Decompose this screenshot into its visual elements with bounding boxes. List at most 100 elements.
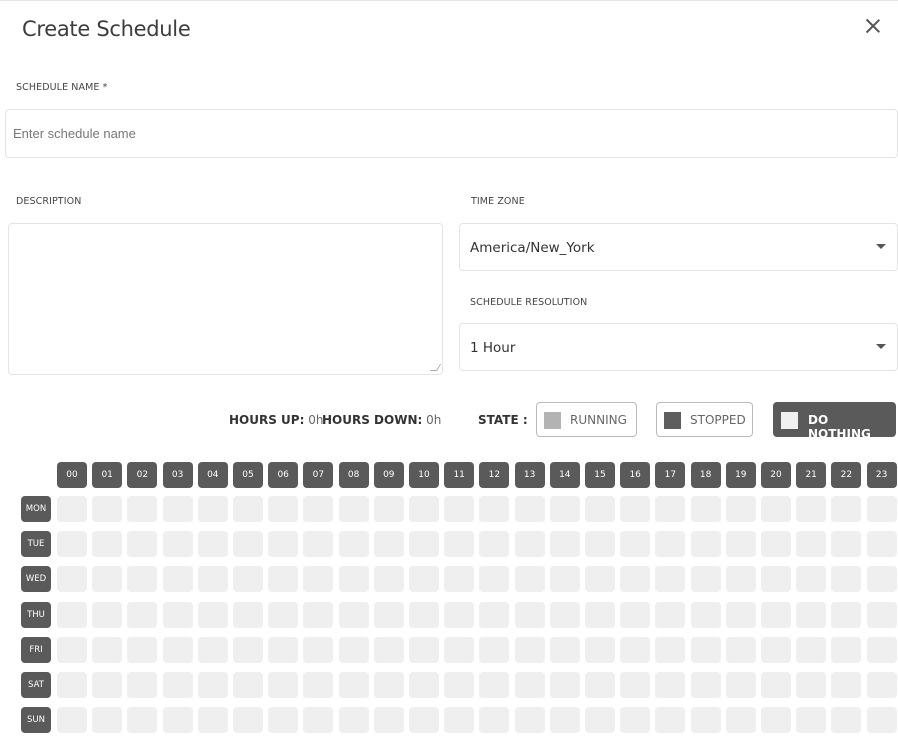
schedule-cell-sat-00[interactable] [57, 672, 87, 698]
schedule-cell-wed-16[interactable] [620, 566, 651, 593]
schedule-cell-fri-14[interactable] [549, 636, 580, 663]
schedule-cell-sat-22[interactable] [831, 672, 862, 698]
schedule-cell-sun-08[interactable] [338, 707, 369, 734]
schedule-cell-fri-21[interactable] [796, 636, 827, 663]
schedule-cell-wed-23[interactable] [866, 566, 897, 593]
schedule-cell-fri-17[interactable] [655, 636, 686, 663]
schedule-cell-wed-09[interactable] [373, 566, 404, 593]
schedule-cell-sun-18[interactable] [690, 707, 721, 734]
schedule-cell-wed-13[interactable] [514, 566, 545, 593]
schedule-cell-sun-03[interactable] [162, 707, 193, 734]
schedule-cell-sun-19[interactable] [725, 707, 756, 734]
hour-header-03[interactable]: 03 [162, 462, 193, 488]
schedule-cell-fri-07[interactable] [303, 636, 334, 663]
schedule-cell-fri-11[interactable] [444, 636, 475, 663]
schedule-cell-mon-13[interactable] [514, 496, 545, 522]
schedule-cell-mon-06[interactable] [268, 496, 299, 522]
schedule-cell-mon-22[interactable] [831, 496, 862, 522]
schedule-cell-fri-06[interactable] [268, 636, 299, 663]
schedule-cell-thu-22[interactable] [831, 601, 862, 628]
schedule-cell-tue-13[interactable] [514, 531, 545, 558]
schedule-cell-thu-12[interactable] [479, 601, 510, 628]
schedule-cell-tue-22[interactable] [831, 531, 862, 558]
schedule-cell-tue-08[interactable] [338, 531, 369, 558]
schedule-cell-tue-14[interactable] [549, 531, 580, 558]
schedule-cell-mon-04[interactable] [197, 496, 228, 522]
schedule-cell-mon-18[interactable] [690, 496, 721, 522]
hour-header-19[interactable]: 19 [725, 462, 756, 488]
schedule-cell-thu-21[interactable] [796, 601, 827, 628]
schedule-name-input[interactable] [6, 110, 897, 157]
schedule-cell-mon-15[interactable] [585, 496, 615, 522]
schedule-cell-sun-15[interactable] [585, 707, 615, 734]
schedule-cell-thu-13[interactable] [514, 601, 545, 628]
schedule-cell-sat-20[interactable] [761, 672, 791, 698]
schedule-cell-sun-13[interactable] [514, 707, 545, 734]
schedule-cell-sat-12[interactable] [479, 672, 510, 698]
schedule-cell-tue-12[interactable] [479, 531, 510, 558]
hour-header-09[interactable]: 09 [373, 462, 404, 488]
hour-header-18[interactable]: 18 [690, 462, 721, 488]
schedule-cell-mon-02[interactable] [127, 496, 158, 522]
hour-header-02[interactable]: 02 [127, 462, 158, 488]
schedule-cell-wed-19[interactable] [725, 566, 756, 593]
schedule-cell-mon-17[interactable] [655, 496, 686, 522]
schedule-name-field[interactable] [5, 109, 898, 158]
schedule-cell-fri-16[interactable] [620, 636, 651, 663]
schedule-cell-fri-00[interactable] [57, 636, 87, 663]
schedule-cell-wed-04[interactable] [197, 566, 228, 593]
schedule-cell-fri-18[interactable] [690, 636, 721, 663]
schedule-cell-mon-05[interactable] [233, 496, 263, 522]
hour-header-04[interactable]: 04 [197, 462, 228, 488]
day-header-thu[interactable]: THU [21, 601, 51, 628]
schedule-cell-wed-22[interactable] [831, 566, 862, 593]
schedule-cell-sat-01[interactable] [92, 672, 123, 698]
schedule-cell-tue-09[interactable] [373, 531, 404, 558]
schedule-cell-sat-21[interactable] [796, 672, 827, 698]
schedule-cell-fri-03[interactable] [162, 636, 193, 663]
schedule-cell-fri-05[interactable] [233, 636, 263, 663]
schedule-cell-wed-17[interactable] [655, 566, 686, 593]
hour-header-13[interactable]: 13 [514, 462, 545, 488]
schedule-cell-thu-06[interactable] [268, 601, 299, 628]
schedule-cell-sun-11[interactable] [444, 707, 475, 734]
schedule-cell-tue-19[interactable] [725, 531, 756, 558]
schedule-cell-thu-14[interactable] [549, 601, 580, 628]
schedule-cell-wed-02[interactable] [127, 566, 158, 593]
schedule-cell-fri-23[interactable] [866, 636, 897, 663]
schedule-cell-sun-06[interactable] [268, 707, 299, 734]
running-state-button[interactable]: RUNNING [536, 402, 637, 437]
hour-header-23[interactable]: 23 [866, 462, 897, 488]
hour-header-17[interactable]: 17 [655, 462, 686, 488]
hour-header-01[interactable]: 01 [92, 462, 123, 488]
schedule-cell-mon-00[interactable] [57, 496, 87, 522]
schedule-cell-wed-18[interactable] [690, 566, 721, 593]
hour-header-10[interactable]: 10 [409, 462, 439, 488]
schedule-cell-thu-09[interactable] [373, 601, 404, 628]
schedule-cell-sun-21[interactable] [796, 707, 827, 734]
schedule-cell-fri-12[interactable] [479, 636, 510, 663]
stopped-state-button[interactable]: STOPPED [656, 402, 753, 437]
schedule-cell-sat-05[interactable] [233, 672, 263, 698]
hour-header-07[interactable]: 07 [303, 462, 334, 488]
schedule-cell-mon-01[interactable] [92, 496, 123, 522]
schedule-cell-sun-12[interactable] [479, 707, 510, 734]
schedule-cell-thu-02[interactable] [127, 601, 158, 628]
schedule-cell-thu-11[interactable] [444, 601, 475, 628]
schedule-cell-sat-02[interactable] [127, 672, 158, 698]
schedule-cell-sun-07[interactable] [303, 707, 334, 734]
schedule-cell-tue-03[interactable] [162, 531, 193, 558]
schedule-cell-tue-04[interactable] [197, 531, 228, 558]
schedule-cell-mon-10[interactable] [409, 496, 439, 522]
schedule-cell-sun-23[interactable] [866, 707, 897, 734]
schedule-cell-wed-10[interactable] [409, 566, 439, 593]
hour-header-00[interactable]: 00 [57, 462, 87, 488]
schedule-cell-mon-12[interactable] [479, 496, 510, 522]
schedule-cell-thu-10[interactable] [409, 601, 439, 628]
schedule-cell-thu-01[interactable] [92, 601, 123, 628]
description-field[interactable] [8, 223, 443, 375]
schedule-cell-mon-03[interactable] [162, 496, 193, 522]
hour-header-21[interactable]: 21 [796, 462, 827, 488]
schedule-cell-tue-20[interactable] [761, 531, 791, 558]
schedule-cell-mon-16[interactable] [620, 496, 651, 522]
